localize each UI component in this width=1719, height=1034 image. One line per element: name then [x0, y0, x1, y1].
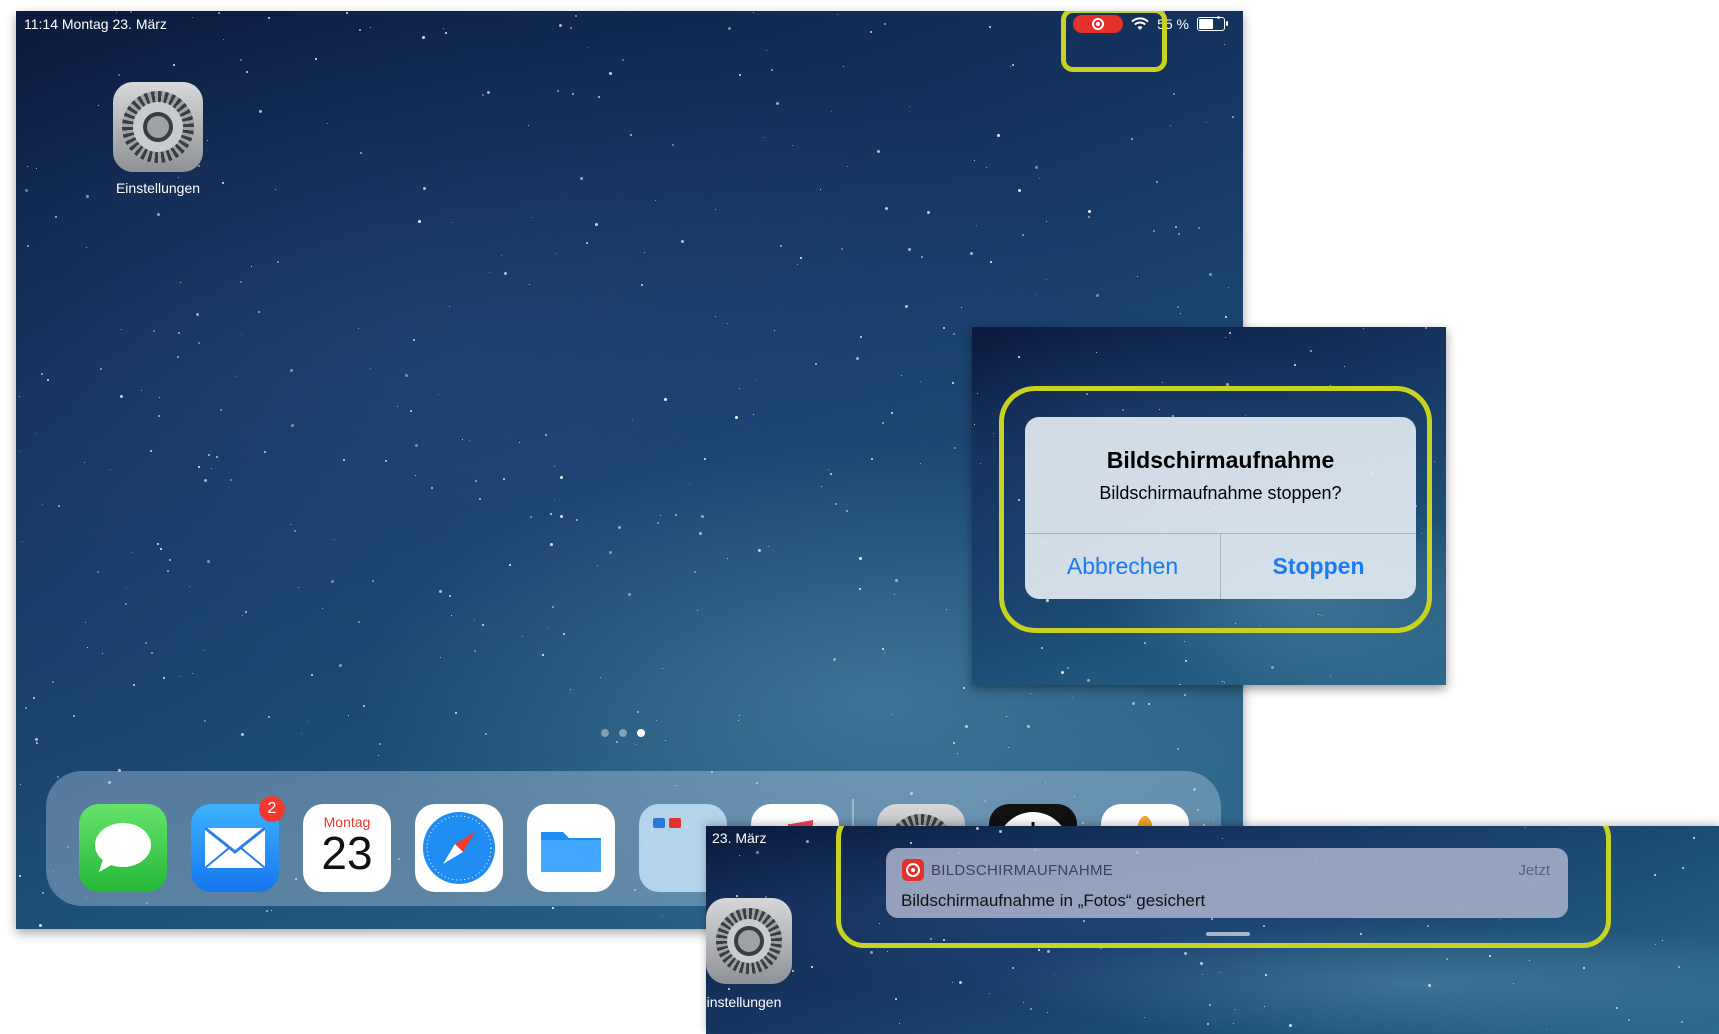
recording-indicator-highlight: [1061, 11, 1167, 72]
dialog-highlight: [999, 386, 1432, 633]
settings-app-icon[interactable]: [113, 82, 203, 172]
notification-date: 23. März: [712, 830, 767, 846]
mail-badge: 2: [259, 796, 285, 822]
settings-app-label: instellungen: [706, 994, 782, 1010]
calendar-icon[interactable]: Montag 23: [303, 804, 391, 892]
page-dot-active: [637, 729, 645, 737]
page-dot: [619, 729, 627, 737]
saved-notification-inset: 23. März instellungen BILDSCHIRMAUFNAHME…: [706, 826, 1719, 1034]
settings-app-label: Einstellungen: [115, 180, 201, 196]
page-indicator[interactable]: [601, 729, 645, 737]
messages-icon[interactable]: [79, 804, 167, 892]
settings-app-icon[interactable]: [706, 898, 792, 984]
status-time-date: 11:14 Montag 23. März: [24, 16, 167, 32]
stop-recording-dialog-inset: Bildschirmaufnahme Bildschirmaufnahme st…: [972, 327, 1446, 685]
status-bar: 11:14 Montag 23. März 55 %: [16, 11, 1243, 37]
files-icon[interactable]: [527, 804, 615, 892]
calendar-day: 23: [321, 827, 373, 879]
notification-highlight: [836, 826, 1611, 948]
gear-icon: [122, 91, 194, 163]
battery-icon: [1197, 17, 1228, 31]
safari-icon[interactable]: [415, 804, 503, 892]
page-dot: [601, 729, 609, 737]
